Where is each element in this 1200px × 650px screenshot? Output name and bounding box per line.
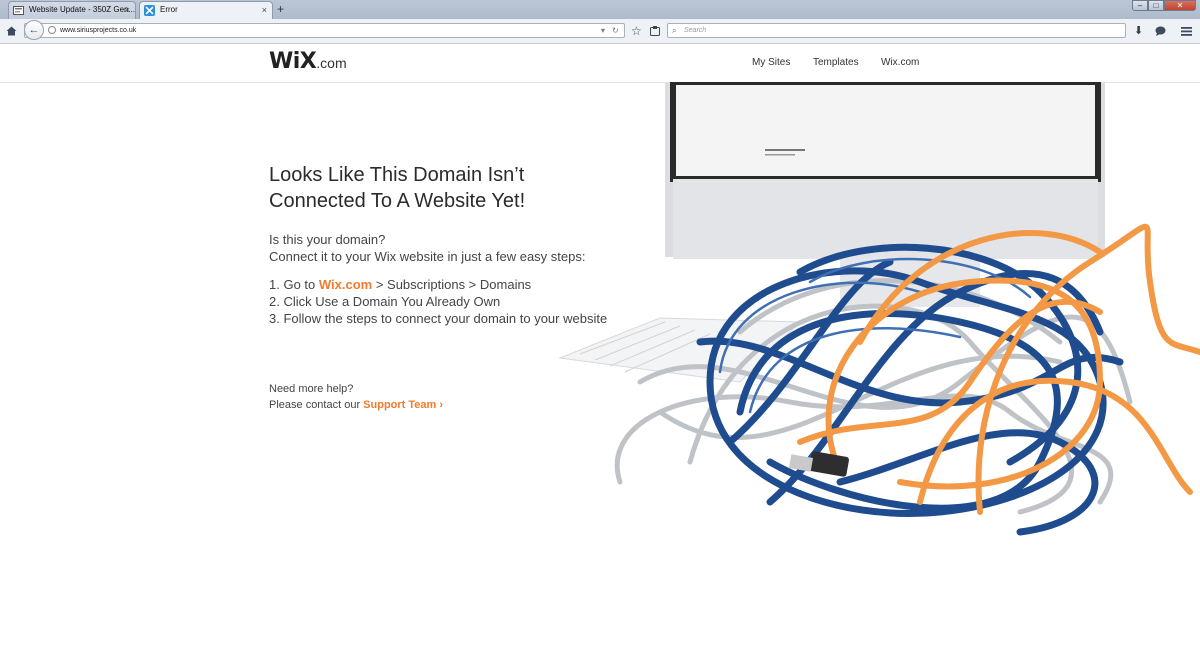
bookmark-star-icon[interactable]: ☆: [631, 19, 642, 43]
search-icon: ⌕: [672, 26, 677, 35]
wix-favicon-icon: [144, 5, 155, 16]
search-bar[interactable]: ⌕ Search: [667, 23, 1126, 38]
logo-wordmark: WiX: [269, 49, 317, 74]
nav-my-sites[interactable]: My Sites: [752, 57, 790, 68]
home-icon[interactable]: [6, 26, 17, 36]
new-tab-button[interactable]: +: [277, 1, 284, 17]
tab-website-update[interactable]: Website Update - 350Z Gen... ×: [8, 1, 136, 19]
chat-icon[interactable]: [1155, 26, 1166, 36]
step-1-prefix: 1. Go to: [269, 277, 319, 292]
page-favicon-icon: [13, 6, 24, 15]
url-text[interactable]: www.siriusprojects.co.uk: [60, 24, 136, 37]
site-header: WiX.com My Sites Templates Wix.com: [0, 44, 1200, 83]
intro-text: Is this your domain? Connect it to your …: [269, 231, 585, 265]
tab-strip: Website Update - 350Z Gen... × Error × +…: [0, 0, 1200, 19]
step-3: 3. Follow the steps to connect your doma…: [269, 311, 608, 326]
search-placeholder: Search: [684, 27, 707, 34]
logo-suffix: .com: [316, 55, 347, 71]
tab-close-icon[interactable]: ×: [262, 2, 267, 18]
tab-title: Website Update - 350Z Gen...: [29, 5, 136, 14]
help-line-2: Please contact our Support Team ›: [269, 397, 443, 413]
help-line-1: Need more help?: [269, 383, 354, 395]
chevron-right-icon[interactable]: ›: [439, 399, 443, 411]
headline-line-2: Connected To A Website Yet!: [269, 190, 526, 212]
step-1-suffix: > Subscriptions > Domains: [372, 277, 532, 292]
page-headline: Looks Like This Domain Isn’t Connected T…: [269, 162, 525, 214]
help-line-2-prefix: Please contact our: [269, 399, 364, 411]
back-arrow-icon[interactable]: ←: [24, 20, 44, 40]
help-section: Need more help? Please contact our Suppo…: [269, 381, 443, 413]
download-icon[interactable]: ⬇: [1134, 19, 1143, 43]
support-team-label[interactable]: Support Team: [363, 399, 436, 411]
intro-line-2: Connect it to your Wix website in just a…: [269, 249, 586, 264]
tab-close-icon[interactable]: ×: [125, 2, 130, 18]
step-2: 2. Click Use a Domain You Already Own: [269, 294, 501, 309]
wix-logo[interactable]: WiX.com: [269, 49, 347, 74]
nav-wix-com[interactable]: Wix.com: [881, 57, 919, 68]
minimize-button[interactable]: –: [1132, 0, 1148, 11]
tab-error[interactable]: Error ×: [139, 1, 273, 19]
intro-line-1: Is this your domain?: [269, 232, 386, 247]
steps-list: 1. Go to Wix.com > Subscriptions > Domai…: [269, 276, 607, 327]
step-1: 1. Go to Wix.com > Subscriptions > Domai…: [269, 276, 607, 293]
wix-com-link[interactable]: Wix.com: [319, 277, 372, 292]
support-team-link[interactable]: Support Team ›: [363, 399, 443, 411]
nav-templates[interactable]: Templates: [813, 57, 859, 68]
hamburger-menu-icon[interactable]: [1181, 26, 1192, 36]
reload-icon[interactable]: ↻: [612, 23, 619, 38]
close-window-button[interactable]: ✕: [1164, 0, 1196, 11]
tangled-cables-illustration: [558, 82, 1200, 536]
tab-title: Error: [160, 5, 178, 14]
navigation-toolbar: ← www.siriusprojects.co.uk ▾ ↻ ☆ ⌕ Searc…: [0, 19, 1200, 44]
reading-list-icon[interactable]: [650, 26, 660, 36]
headline-line-1: Looks Like This Domain Isn’t: [269, 164, 525, 186]
globe-icon: [48, 26, 56, 34]
maximize-button[interactable]: □: [1148, 0, 1164, 11]
dropdown-icon[interactable]: ▾: [601, 23, 605, 38]
